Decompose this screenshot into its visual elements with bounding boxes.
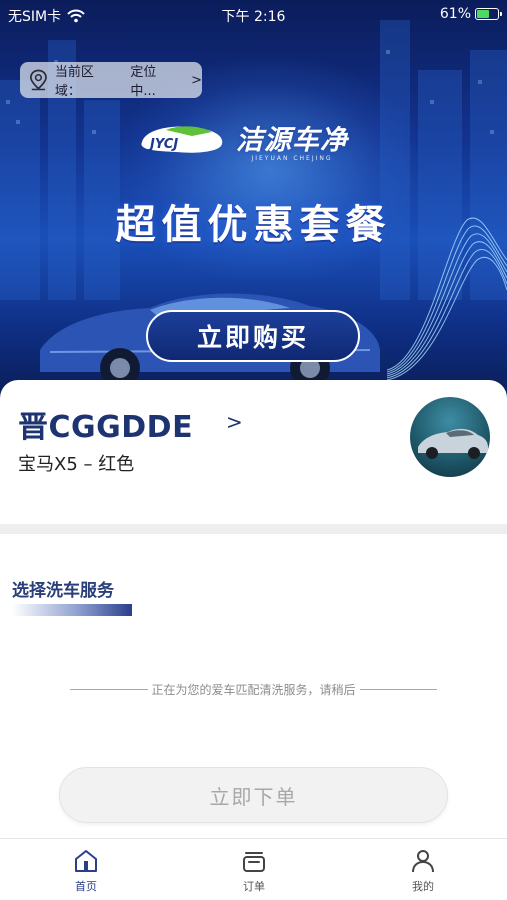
home-icon [75, 850, 97, 872]
battery-icon [475, 8, 502, 20]
brand-name-en: JIEYUAN CHEJING [251, 155, 333, 162]
matching-text: 正在为您的爱车匹配清洗服务，请稍后 [151, 683, 356, 697]
bottom-tab-bar: 首页 订单 我的 [0, 838, 507, 900]
vehicle-avatar[interactable] [410, 397, 490, 477]
battery-indicator: 61% [439, 6, 502, 22]
orders-icon [243, 852, 265, 872]
brand-mark-icon: JYCJ [141, 126, 223, 153]
svg-text:JYCJ: JYCJ [147, 137, 178, 152]
battery-fill [477, 10, 490, 18]
tab-profile-label: 我的 [412, 880, 434, 893]
vehicle-model: 宝马X5 – 红色 [18, 454, 135, 475]
location-label: 当前区域： [54, 65, 94, 99]
matching-status: 正在为您的爱车匹配清洗服务，请稍后 [70, 681, 438, 698]
location-selector[interactable]: 当前区域： 定位中... > [20, 62, 202, 99]
section-divider [0, 524, 507, 534]
tab-orders-label: 订单 [243, 880, 265, 893]
vehicle-photo-icon [418, 428, 488, 459]
vehicle-card[interactable]: 晋CGGDDE > 宝马X5 – 红色 [0, 380, 507, 528]
status-time: 下午 2:16 [221, 9, 286, 25]
vehicle-chevron-icon[interactable]: > [226, 410, 243, 434]
brand-name-cn: 洁源车净 [236, 125, 348, 156]
tab-profile[interactable]: 我的 [393, 847, 453, 894]
divider-line-left [70, 689, 148, 690]
tab-home-label: 首页 [75, 880, 97, 893]
profile-icon [412, 850, 434, 873]
status-bar: 无SIM卡 下午 2:16 61% [0, 0, 507, 30]
location-pin-icon [29, 69, 47, 91]
promo-headline: 超值优惠套餐 [115, 202, 392, 248]
promo-banner[interactable]: 无SIM卡 下午 2:16 61% 当前区域： 定位中... > JYCJ 洁源… [0, 0, 507, 400]
location-value: 定位中... [130, 65, 157, 99]
tab-home[interactable]: 首页 [56, 847, 116, 894]
divider-line-right [359, 689, 438, 690]
service-section-title: 选择洗车服务 [12, 581, 114, 601]
buy-now-button[interactable]: 立即购买 [146, 310, 360, 362]
location-chevron-icon: > [191, 72, 202, 88]
tab-orders[interactable]: 订单 [224, 847, 284, 894]
brand-logo: JYCJ 洁源车净 JIEYUAN CHEJING [136, 118, 348, 162]
battery-percent: 61% [439, 6, 471, 22]
license-plate: 晋CGGDDE [18, 410, 194, 445]
order-now-button[interactable]: 立即下单 [59, 767, 448, 823]
service-title-underline [12, 604, 132, 616]
